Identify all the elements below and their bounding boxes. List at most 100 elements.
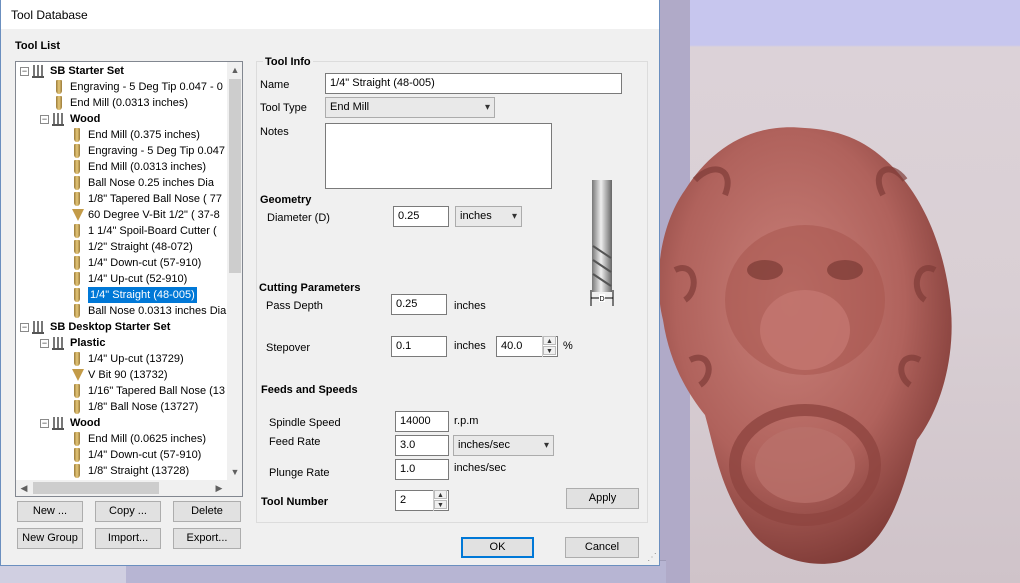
tree-tool-row[interactable]: 1/4" Down-cut (57-910) xyxy=(58,255,201,271)
tool-bit-icon xyxy=(70,128,84,142)
tree-tool-row[interactable]: V Bit 90 (13732) xyxy=(58,367,168,383)
tree-tool-row[interactable]: Engraving - 5 Deg Tip 0.047 xyxy=(58,143,225,159)
scroll-right-icon[interactable]: ▶ xyxy=(211,480,227,496)
tree-tool-row[interactable]: End Mill (0.0625 inches) xyxy=(58,431,206,447)
spin-up-icon[interactable]: ▲ xyxy=(434,490,447,499)
tool-group-icon xyxy=(32,320,46,334)
expand-icon[interactable]: − xyxy=(40,338,49,348)
tree-row-label: Wood xyxy=(70,417,101,429)
pass-depth-unit: inches xyxy=(454,300,486,312)
tool-type-value: End Mill xyxy=(330,101,370,113)
new-tool-button[interactable]: New ... xyxy=(17,501,83,522)
tree-tool-row[interactable]: 1/16" Tapered Ball Nose (13 xyxy=(58,383,225,399)
apply-button[interactable]: Apply xyxy=(566,488,639,509)
tree-group-row[interactable]: − SB Desktop Starter Set xyxy=(20,319,170,335)
units-value: inches xyxy=(460,210,492,222)
dropdown-chevron-icon: ▾ xyxy=(484,102,490,113)
tool-bit-icon xyxy=(70,384,84,398)
feed-rate-input[interactable]: 3.0 xyxy=(395,435,449,456)
spin-up-icon[interactable]: ▲ xyxy=(543,336,556,345)
tree-tool-row[interactable]: 1/8" Tapered Ball Nose ( 77 xyxy=(58,191,222,207)
tree-group-row[interactable]: − Wood xyxy=(40,415,100,431)
tree-row-label: 1/4" Straight (48-005) xyxy=(87,286,198,304)
tree-group-row[interactable]: − Plastic xyxy=(40,335,105,351)
pass-depth-label: Pass Depth xyxy=(266,300,323,312)
copy-tool-button[interactable]: Copy ... xyxy=(95,501,161,522)
scroll-left-icon[interactable]: ◀ xyxy=(16,480,32,496)
tree-tool-row[interactable]: End Mill (0.0313 inches) xyxy=(40,95,188,111)
tool-bit-icon xyxy=(70,448,84,462)
tree-group-row[interactable]: − SB Starter Set xyxy=(20,63,124,79)
tool-tree[interactable]: − SB Starter Set Engraving - 5 Deg Tip 0.0… xyxy=(15,61,243,497)
dialog-title: Tool Database xyxy=(11,7,88,22)
tree-tool-row[interactable]: 1/8" Straight (13728) xyxy=(58,463,189,479)
export-button[interactable]: Export... xyxy=(173,528,241,549)
tree-row-label: 1/4" Down-cut (57-910) xyxy=(88,257,202,269)
delete-tool-button[interactable]: Delete xyxy=(173,501,241,522)
cancel-button[interactable]: Cancel xyxy=(565,537,639,558)
import-button[interactable]: Import... xyxy=(95,528,161,549)
tool-bit-icon xyxy=(70,352,84,366)
new-group-button[interactable]: New Group xyxy=(17,528,83,549)
scroll-up-icon[interactable]: ▲ xyxy=(227,62,242,78)
tool-bit-icon xyxy=(70,144,84,158)
tree-tool-row[interactable]: End Mill (0.0313 inches) xyxy=(58,159,206,175)
tool-number-spinner[interactable]: ▲ ▼ xyxy=(433,490,447,511)
name-label: Name xyxy=(260,79,290,91)
tree-tool-row[interactable]: End Mill (0.375 inches) xyxy=(58,127,200,143)
tool-group-icon xyxy=(52,336,66,350)
scroll-down-icon[interactable]: ▼ xyxy=(227,464,242,480)
expand-icon[interactable]: − xyxy=(40,418,49,428)
tree-row-label: End Mill (0.0313 inches) xyxy=(88,161,207,173)
tool-type-select[interactable]: End Mill ▾ xyxy=(325,97,495,118)
notes-textarea[interactable] xyxy=(325,123,552,189)
tool-tree-rows: − SB Starter Set Engraving - 5 Deg Tip 0.0… xyxy=(16,62,228,480)
tree-vertical-scrollbar[interactable]: ▲ ▼ xyxy=(227,62,242,480)
tree-tool-row[interactable]: Ball Nose 0.25 inches Dia xyxy=(58,175,214,191)
resize-grip-icon[interactable]: ⋰ xyxy=(647,553,657,563)
diameter-input[interactable]: 0.25 xyxy=(393,206,449,227)
tree-horizontal-scrollbar[interactable]: ◀ ▶ xyxy=(16,480,227,496)
spindle-speed-input[interactable]: 14000 xyxy=(395,411,449,432)
geometry-title: Geometry xyxy=(260,194,312,206)
tree-tool-row[interactable]: 1/8" Ball Nose (13727) xyxy=(58,399,198,415)
tree-tool-row[interactable]: 60 Degree V-Bit 1/2" ( 37-8 xyxy=(58,207,220,223)
tree-tool-row[interactable]: 1/4" Up-cut (52-910) xyxy=(58,271,187,287)
expand-icon[interactable]: − xyxy=(40,114,49,124)
feed-unit-select[interactable]: inches/sec ▾ xyxy=(453,435,554,456)
tree-tool-row[interactable]: 1/2" Straight (48-072) xyxy=(58,239,193,255)
tree-row-label: 1 1/4" Spoil-Board Cutter ( xyxy=(88,225,217,237)
ok-button[interactable]: OK xyxy=(461,537,534,558)
units-select[interactable]: inches ▾ xyxy=(455,206,522,227)
plunge-rate-label: Plunge Rate xyxy=(269,467,330,479)
tree-vertical-thumb[interactable] xyxy=(229,79,241,273)
dialog-titlebar[interactable]: Tool Database xyxy=(1,0,659,30)
expand-icon[interactable]: − xyxy=(20,66,29,76)
spin-down-icon[interactable]: ▼ xyxy=(434,500,447,509)
tree-horizontal-thumb[interactable] xyxy=(33,482,159,494)
tree-tool-row[interactable]: 1/4" Up-cut (13729) xyxy=(58,351,184,367)
tree-row-label: Ball Nose 0.25 inches Dia xyxy=(88,177,214,189)
tree-group-row[interactable]: − Wood xyxy=(40,111,100,127)
tree-row-label: 1/4" Down-cut (57-910) xyxy=(88,449,202,461)
expand-icon[interactable]: − xyxy=(20,322,29,332)
tree-tool-row[interactable]: 1/4" Straight (48-005) xyxy=(58,286,198,304)
pass-depth-input[interactable]: 0.25 xyxy=(391,294,447,315)
tree-tool-row[interactable]: Ball Nose 0.0313 inches Dia xyxy=(58,303,226,319)
stepover-input[interactable]: 0.1 xyxy=(391,336,447,357)
tool-bit-icon xyxy=(70,256,84,270)
spin-down-icon[interactable]: ▼ xyxy=(543,346,556,355)
tree-row-label: Ball Nose 0.0313 inches Dia xyxy=(88,305,227,317)
tool-group-icon xyxy=(32,64,46,78)
tool-name-input[interactable]: 1/4" Straight (48-005) xyxy=(325,73,622,94)
plunge-rate-input[interactable]: 1.0 xyxy=(395,459,449,480)
tree-row-label: Engraving - 5 Deg Tip 0.047 xyxy=(88,145,225,157)
tree-tool-row[interactable]: 1 1/4" Spoil-Board Cutter ( xyxy=(58,223,217,239)
dropdown-chevron-icon: ▾ xyxy=(543,440,549,451)
tool-number-label: Tool Number xyxy=(261,496,329,508)
tree-tool-row[interactable]: 1/4" Down-cut (57-910) xyxy=(58,447,201,463)
tree-row-label: 1/8" Tapered Ball Nose ( 77 xyxy=(88,193,222,205)
tree-tool-row[interactable]: Engraving - 5 Deg Tip 0.047 - 0 xyxy=(40,79,223,95)
tool-bit-icon xyxy=(70,304,84,318)
stepover-percent-spinner[interactable]: ▲ ▼ xyxy=(542,336,556,357)
